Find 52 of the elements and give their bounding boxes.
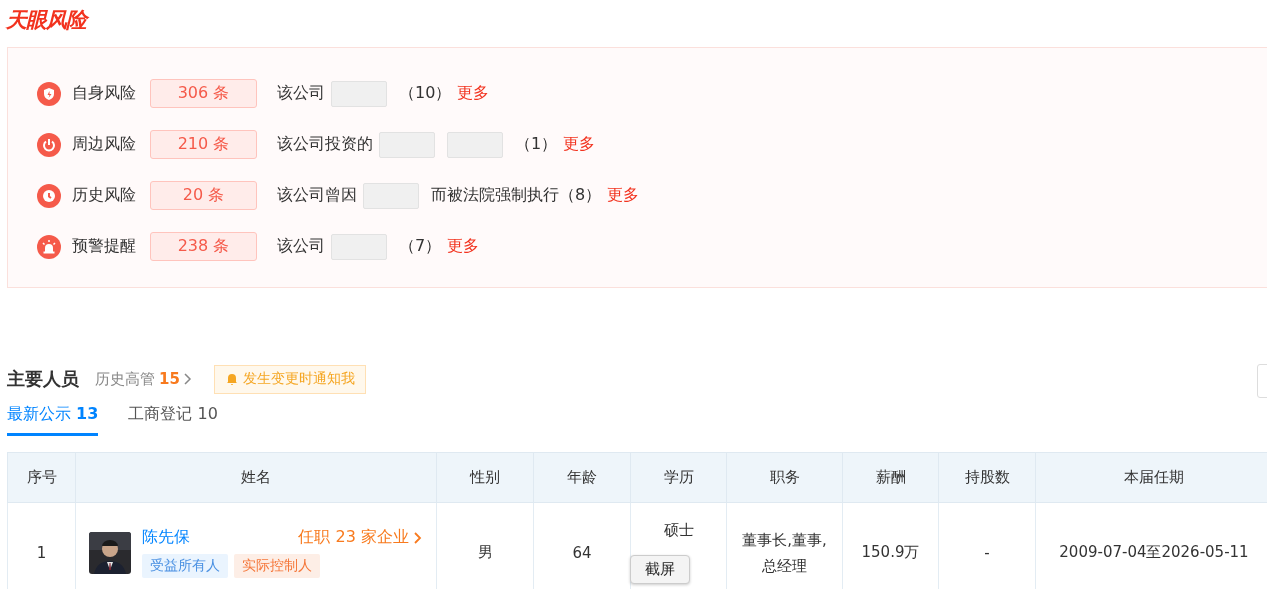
notify-button[interactable]: 发生变更时通知我 [213, 364, 366, 394]
risk-count[interactable]: 210 条 [150, 130, 257, 159]
risk-description: 该公司 [277, 236, 325, 257]
risk-count[interactable]: 20 条 [150, 181, 257, 210]
risk-description: 该公司 [277, 83, 325, 104]
redacted-block [331, 80, 387, 107]
tab[interactable]: 工商登记 10 [128, 404, 218, 436]
column-header: 年龄 [533, 452, 631, 503]
redacted-block [447, 131, 503, 158]
power-icon [37, 132, 61, 157]
redacted-block [379, 131, 435, 158]
risk-count[interactable]: 238 条 [150, 232, 257, 261]
person-name-link[interactable]: 陈先保 [142, 527, 190, 548]
redacted-block [331, 233, 387, 260]
alarm-light-icon [37, 234, 61, 259]
chevron-right-icon [413, 530, 423, 545]
column-header: 姓名 [75, 452, 437, 503]
role-tag: 实际控制人 [234, 554, 320, 578]
history-link[interactable]: 历史高管 15 [95, 369, 192, 389]
redacted-block [363, 182, 419, 209]
column-header: 职务 [726, 452, 843, 503]
more-link[interactable]: 更多 [447, 236, 480, 257]
risk-label: 自身风险 [72, 83, 137, 104]
risk-label: 预警提醒 [72, 236, 137, 257]
risk-description: （10） [399, 83, 452, 104]
column-header: 薪酬 [842, 452, 939, 503]
shield-icon [37, 81, 61, 106]
risk-label: 周边风险 [72, 134, 137, 155]
risk-description: 该公司曾因 [277, 185, 357, 206]
risk-description: 该公司投资的 [277, 134, 373, 155]
positions-link[interactable]: 任职 23 家企业 [298, 527, 423, 548]
risk-description: （7） [399, 236, 442, 257]
more-link[interactable]: 更多 [563, 134, 596, 155]
table-cell: 1 [7, 502, 76, 589]
tab[interactable]: 最新公示 13 [7, 404, 99, 436]
column-header: 序号 [7, 452, 76, 503]
risk-count[interactable]: 306 条 [150, 79, 257, 108]
role-tag: 受益所有人 [142, 554, 228, 578]
clock-icon [37, 183, 61, 208]
more-link[interactable]: 更多 [457, 83, 490, 104]
column-header: 本届任期 [1035, 452, 1267, 503]
logo: 天眼风险 [0, 0, 1267, 36]
column-header: 性别 [436, 452, 534, 503]
more-link[interactable]: 更多 [607, 185, 640, 206]
section-title: 主要人员 [7, 367, 79, 391]
risk-description: （1） [515, 134, 558, 155]
column-header: 学历 [630, 452, 727, 503]
tooltip: 截屏 [630, 555, 690, 584]
risk-description: 而被法院强制执行（8） [431, 185, 602, 206]
risk-label: 历史风险 [72, 185, 137, 206]
chevron-right-icon [182, 372, 192, 386]
column-header: 持股数 [938, 452, 1036, 503]
